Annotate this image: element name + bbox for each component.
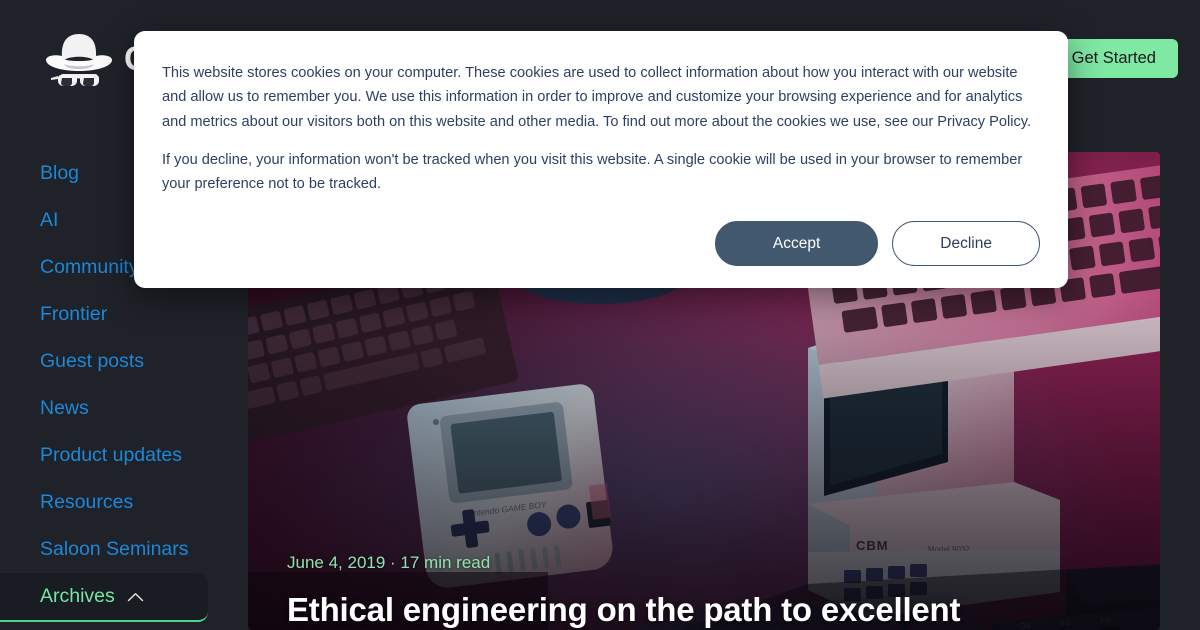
sidebar-item-resources[interactable]: Resources: [0, 479, 248, 526]
page-root: C Get Started Blog AI Community Frontier…: [0, 0, 1200, 630]
hero-text-block: June 4, 2019 · 17 min read Ethical engin…: [287, 553, 1117, 630]
sidebar-item-archives[interactable]: Archives: [0, 573, 208, 622]
cookie-paragraph-2: If you decline, your information won't b…: [162, 151, 1023, 193]
sidebar-item-saloon-seminars[interactable]: Saloon Seminars: [0, 526, 248, 573]
decline-cookies-button[interactable]: Decline: [892, 221, 1040, 266]
article-meta: June 4, 2019 · 17 min read: [287, 552, 491, 572]
cookie-consent-dialog: This website stores cookies on your comp…: [134, 31, 1068, 288]
article-title: Ethical engineering on the path to excel…: [287, 590, 961, 628]
sidebar-item-guest-posts[interactable]: Guest posts: [0, 338, 248, 385]
cookie-paragraph-1: This website stores cookies on your comp…: [162, 65, 1032, 130]
cookie-actions: Accept Decline: [714, 221, 1040, 266]
chevron-up-icon: [127, 573, 144, 620]
sidebar-item-news[interactable]: News: [0, 385, 248, 432]
brand[interactable]: C: [40, 30, 149, 88]
sidebar-item-label: Archives: [40, 585, 115, 607]
sidebar-item-frontier[interactable]: Frontier: [0, 291, 248, 338]
get-started-button[interactable]: Get Started: [1049, 39, 1178, 78]
accept-cookies-button[interactable]: Accept: [714, 221, 879, 266]
cowboy-hat-glasses-logo: [40, 30, 118, 88]
sidebar-item-product-updates[interactable]: Product updates: [0, 432, 248, 479]
